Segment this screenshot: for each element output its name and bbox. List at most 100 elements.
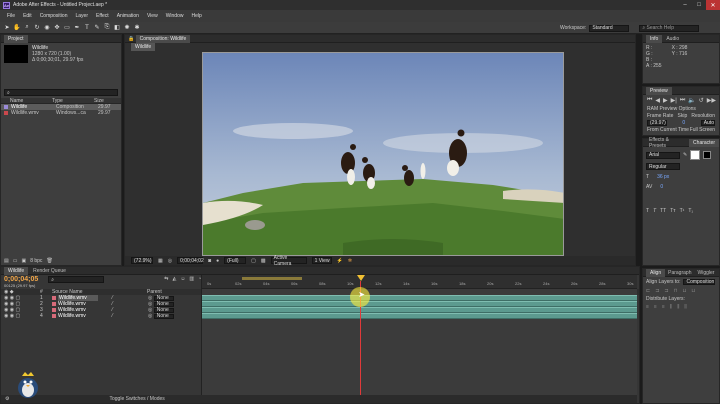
resolution-select[interactable]: Auto — [700, 120, 715, 126]
superscript-icon[interactable]: T¹ — [680, 208, 685, 214]
align-top-icon[interactable]: ⊓ — [674, 288, 678, 294]
from-current-time-checkbox[interactable]: From Current Time — [647, 127, 689, 133]
layer-parent-select[interactable]: None — [153, 313, 174, 319]
views-select[interactable]: 1 View — [311, 257, 332, 264]
layer-label-color[interactable] — [52, 296, 56, 300]
pan-behind-tool-icon[interactable]: ✥ — [53, 24, 61, 32]
current-time-display[interactable]: 0;00;04;02 — [177, 257, 204, 264]
project-item-wildlife-footage[interactable]: Wildlife.wmv Windows...ca 29.97 — [1, 110, 121, 116]
align-vcenter-icon[interactable]: ⊔ — [683, 288, 687, 294]
distribute-left-icon[interactable]: ⫼ — [670, 304, 672, 310]
channel-icon[interactable]: ● — [216, 258, 219, 264]
work-area-bar[interactable] — [242, 277, 302, 280]
new-composition-icon[interactable]: ▣ — [21, 258, 26, 264]
menu-layer[interactable]: Layer — [71, 13, 92, 19]
hand-tool-icon[interactable]: ✋ — [13, 24, 21, 32]
menu-view[interactable]: View — [143, 13, 162, 19]
playhead-handle-icon[interactable] — [357, 275, 366, 281]
shy-layers-icon[interactable]: ☺ — [180, 276, 185, 282]
minimize-icon[interactable]: – — [678, 0, 692, 10]
align-right-icon[interactable]: ⊐ — [664, 288, 668, 294]
rectangle-tool-icon[interactable]: ▭ — [63, 24, 71, 32]
rotate-tool-icon[interactable]: ↻ — [33, 24, 41, 32]
distribute-hcenter-icon[interactable]: ⫼ — [677, 304, 679, 310]
align-bottom-icon[interactable]: ⊔ — [691, 288, 695, 294]
distribute-right-icon[interactable]: ⫼ — [684, 304, 686, 310]
selection-tool-icon[interactable]: ➤ — [3, 24, 11, 32]
menu-effect[interactable]: Effect — [92, 13, 113, 19]
align-left-icon[interactable]: ⊏ — [646, 288, 650, 294]
loop-icon[interactable]: ↺ — [699, 97, 704, 104]
layer-label-color[interactable] — [52, 314, 56, 318]
region-icon[interactable]: ▢ — [251, 258, 256, 264]
tab-project[interactable]: Project — [4, 34, 28, 43]
tab-render-queue[interactable]: Render Queue — [28, 268, 71, 274]
fast-preview-icon[interactable]: ⚡ — [337, 258, 343, 264]
tab-effects-presets[interactable]: Effects & Presets — [646, 137, 689, 149]
distribute-bottom-icon[interactable]: ≡ — [662, 304, 665, 310]
faux-italic-icon[interactable]: T — [653, 208, 656, 214]
menu-edit[interactable]: Edit — [19, 13, 36, 19]
mute-icon[interactable]: 🔈 — [688, 97, 695, 104]
tab-audio[interactable]: Audio — [662, 36, 683, 42]
project-search-input[interactable]: ⌕ — [4, 89, 118, 96]
next-frame-icon[interactable]: ▶| — [671, 97, 677, 104]
align-hcenter-icon[interactable]: ⊐ — [655, 288, 659, 294]
zoom-select[interactable]: (72.9%) — [131, 257, 153, 264]
last-frame-icon[interactable]: ⏭ — [680, 97, 685, 104]
text-tool-icon[interactable]: T — [83, 24, 91, 32]
tab-character[interactable]: Character — [689, 138, 719, 147]
bpc-button[interactable]: 8 bpc — [30, 258, 42, 264]
puppet-tool-icon[interactable]: ✱ — [133, 24, 141, 32]
col-name[interactable]: Name — [4, 98, 52, 104]
play-icon[interactable]: ▶ — [663, 97, 668, 104]
menu-composition[interactable]: Composition — [36, 13, 72, 19]
timeline-search-input[interactable]: ⌕ — [48, 276, 105, 283]
faux-bold-icon[interactable]: T — [646, 208, 649, 214]
zoom-tool-icon[interactable]: ⌕ — [23, 24, 31, 32]
tracking-value[interactable]: 0 — [660, 184, 663, 190]
layer-parent-select[interactable]: None — [153, 307, 174, 313]
search-help-input[interactable]: ⌕ Search Help — [639, 24, 700, 32]
camera-tool-icon[interactable]: ◉ — [43, 24, 51, 32]
small-caps-icon[interactable]: Tᴛ — [670, 208, 675, 214]
snapshot-icon[interactable]: ◙ — [208, 258, 211, 264]
comp-viewer[interactable] — [202, 52, 564, 256]
tab-paragraph[interactable]: Paragraph — [665, 270, 694, 276]
eraser-tool-icon[interactable]: ◧ — [113, 24, 121, 32]
frame-rate-select[interactable]: (29.97) — [647, 120, 667, 126]
distribute-vcenter-icon[interactable]: ≡ — [654, 304, 657, 310]
tab-align[interactable]: Align — [646, 268, 666, 277]
layer-parent-select[interactable]: None — [153, 295, 174, 301]
timeline-footer-icon[interactable]: ⚙ — [5, 396, 9, 402]
clone-stamp-tool-icon[interactable]: ⎘ — [103, 24, 111, 32]
layer-parent-select[interactable]: None — [153, 301, 174, 307]
brush-tool-icon[interactable]: ✎ — [93, 24, 101, 32]
layer-name[interactable]: Wildlife.wmv — [58, 313, 98, 319]
interpret-footage-icon[interactable]: ▤ — [4, 258, 9, 264]
eyedropper-icon[interactable]: ✎ — [683, 152, 687, 158]
font-style-select[interactable]: Regular — [646, 163, 680, 170]
tab-timeline-wildlife[interactable]: Wildlife — [4, 266, 29, 275]
menu-window[interactable]: Window — [162, 13, 188, 19]
subscript-icon[interactable]: T₁ — [688, 208, 693, 214]
camera-select[interactable]: Active Camera — [270, 255, 307, 267]
align-to-select[interactable]: Composition — [683, 279, 716, 285]
fill-color-swatch[interactable] — [690, 150, 701, 160]
toggle-switches-modes-button[interactable]: Toggle Switches / Modes — [109, 396, 164, 402]
distribute-top-icon[interactable]: ≡ — [646, 304, 649, 310]
workspace-select[interactable]: Standard — [589, 24, 630, 32]
prev-frame-icon[interactable]: ◀ — [655, 97, 660, 104]
menu-help[interactable]: Help — [187, 13, 205, 19]
tab-composition[interactable]: Composition: Wildlife — [135, 34, 191, 43]
first-frame-icon[interactable]: ⏮ — [647, 97, 652, 104]
timeline-track-area[interactable]: 0s 02s 04s 06s 08s 10s 12s 14s 16s 18s 20s 22s 24s 26… — [201, 275, 637, 399]
stroke-color-swatch[interactable] — [703, 151, 712, 159]
timeline-current-time[interactable]: 0;00;04;05 — [4, 276, 38, 283]
maximize-icon[interactable]: □ — [692, 0, 706, 10]
tab-preview[interactable]: Preview — [646, 86, 672, 95]
mask-icon[interactable]: ◎ — [168, 258, 172, 264]
layer-bar[interactable] — [202, 313, 637, 319]
time-ruler[interactable]: 0s 02s 04s 06s 08s 10s 12s 14s 16s 18s 20s 22s 24s 26… — [202, 275, 637, 289]
font-family-select[interactable]: Arial — [646, 151, 680, 159]
